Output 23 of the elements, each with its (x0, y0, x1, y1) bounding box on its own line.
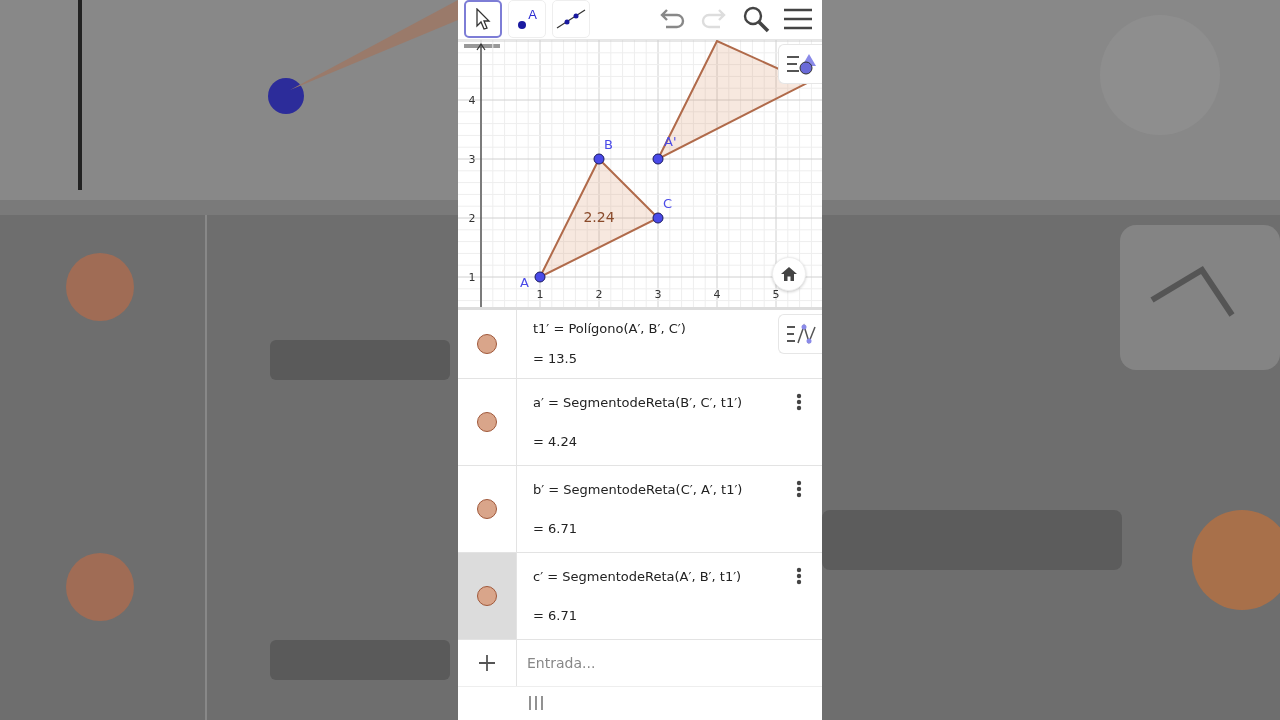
tick-label: 1 (468, 270, 476, 284)
tick-label: 1 (536, 287, 544, 301)
tick-label: 2 (468, 211, 476, 225)
point-label: A (520, 274, 529, 290)
point-label: C (663, 195, 673, 211)
definition[interactable]: a′ = SegmentodeReta(B′, C′, t1′) (533, 394, 743, 410)
tick-label: 2 (595, 287, 603, 301)
length-label: 2.24 (583, 208, 615, 225)
tick-label: 4 (468, 93, 476, 107)
value: = 6.71 (533, 520, 577, 536)
point-label: B (604, 136, 613, 152)
tick-label: 3 (654, 287, 662, 301)
tick-label: 4 (713, 287, 721, 301)
definition[interactable]: b′ = SegmentodeReta(C′, A′, t1′) (533, 481, 743, 497)
value: = 6.71 (533, 607, 577, 623)
value: = 13.5 (533, 351, 577, 367)
definition[interactable]: c′ = SegmentodeReta(A′, B′, t1′) (533, 568, 742, 584)
value: = 4.24 (533, 433, 577, 449)
tick-label: 3 (468, 152, 476, 166)
tool-label: A (528, 7, 537, 23)
tick-label: 5 (772, 287, 780, 301)
definition[interactable]: t1′ = Polígono(A′, B′, C′) (533, 321, 686, 337)
point-tool[interactable]: A (508, 0, 546, 39)
